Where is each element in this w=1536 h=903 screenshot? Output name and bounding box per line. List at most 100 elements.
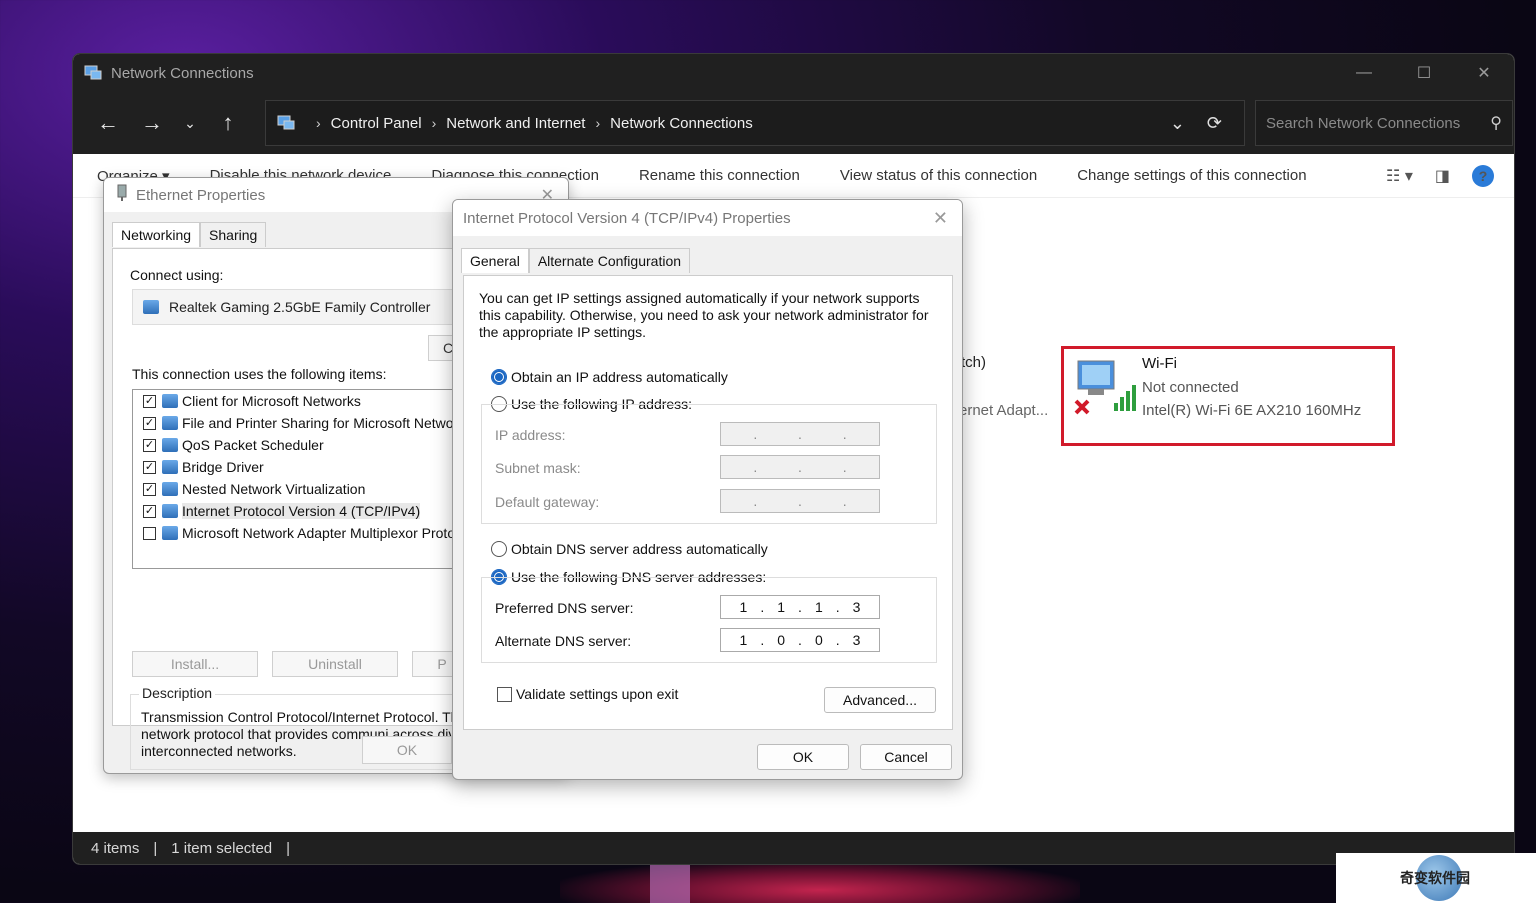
- tab-alternate-configuration[interactable]: Alternate Configuration: [528, 248, 691, 273]
- default-gateway-label: Default gateway:: [495, 494, 600, 510]
- window-title: Network Connections: [111, 64, 254, 82]
- preview-pane-icon[interactable]: ◨: [1435, 166, 1450, 186]
- change-settings-button[interactable]: Change settings of this connection: [1077, 167, 1306, 184]
- ipv4-dialog-close-button[interactable]: ✕: [933, 208, 948, 229]
- list-item-label: Nested Network Virtualization: [182, 481, 366, 497]
- network-protocol-icon: [162, 482, 178, 496]
- alternate-dns-label: Alternate DNS server:: [495, 633, 632, 649]
- help-icon[interactable]: ?: [1472, 164, 1494, 187]
- wifi-adapter-icon: [1074, 360, 1136, 415]
- refresh-icon[interactable]: ⟳: [1207, 113, 1222, 134]
- breadcrumb-control-panel[interactable]: Control Panel: [331, 115, 422, 132]
- ethernet-name-partial[interactable]: tch): [961, 354, 986, 371]
- list-item-label: Internet Protocol Version 4 (TCP/IPv4): [182, 503, 421, 519]
- breadcrumb-network-and-internet[interactable]: Network and Internet: [446, 115, 585, 132]
- checkbox[interactable]: ✓: [143, 460, 156, 474]
- selection-count: 1 item selected: [171, 839, 273, 857]
- address-row: ← → ⌄ ↑ › Control Panel › Network and In…: [73, 92, 1514, 154]
- title-bar: Network Connections — ☐ ✕: [73, 54, 1514, 92]
- tab-sharing[interactable]: Sharing: [200, 222, 267, 247]
- preferred-dns-input[interactable]: 1. 1. 1. 3: [720, 595, 880, 619]
- network-protocol-icon: [162, 526, 178, 540]
- network-service-icon: [162, 438, 178, 452]
- rename-connection-button[interactable]: Rename this connection: [639, 167, 800, 184]
- checkbox-label: Validate settings upon exit: [516, 686, 679, 702]
- close-button[interactable]: ✕: [1454, 54, 1514, 92]
- status-divider: |: [286, 839, 291, 857]
- ethernet-adapter-partial: ernet Adapt...: [959, 402, 1049, 419]
- network-service-icon: [162, 416, 178, 430]
- ipv4-dialog-title: Internet Protocol Version 4 (TCP/IPv4) P…: [463, 209, 791, 227]
- status-bar: 4 items | 1 item selected |: [73, 832, 1514, 864]
- breadcrumb-separator: ›: [316, 115, 321, 131]
- radio-label: Obtain an IP address automatically: [511, 369, 728, 385]
- ethernet-ok-button[interactable]: OK: [362, 736, 452, 764]
- network-protocol-icon: [162, 460, 178, 474]
- ethernet-icon: [116, 184, 128, 207]
- ipv4-ok-button[interactable]: OK: [757, 744, 849, 770]
- breadcrumb-separator: ›: [431, 115, 437, 131]
- watermark-text: 奇变软件园: [1400, 870, 1470, 886]
- network-adapter-icon: [143, 300, 159, 314]
- wifi-connection-item[interactable]: Wi-Fi Not connected Intel(R) Wi-Fi 6E AX…: [1061, 346, 1395, 446]
- checkbox[interactable]: ✓: [143, 438, 156, 452]
- watermark: 奇变软件园: [1336, 853, 1536, 903]
- address-bar[interactable]: › Control Panel › Network and Internet ›…: [265, 100, 1245, 146]
- install-button[interactable]: Install...: [132, 651, 258, 677]
- preferred-dns-label: Preferred DNS server:: [495, 600, 634, 616]
- search-icon[interactable]: ⚲: [1490, 113, 1502, 133]
- recent-locations-button[interactable]: ⌄: [177, 103, 203, 143]
- obtain-ip-auto-radio[interactable]: Obtain an IP address automatically: [491, 369, 728, 385]
- chevron-down-icon[interactable]: ⌄: [1170, 113, 1185, 134]
- network-protocol-icon: [162, 504, 178, 518]
- ipv4-properties-dialog: Internet Protocol Version 4 (TCP/IPv4) P…: [452, 199, 963, 780]
- advanced-button[interactable]: Advanced...: [824, 687, 936, 713]
- item-count: 4 items: [91, 839, 140, 857]
- items-label: This connection uses the following items…: [132, 366, 387, 382]
- ipv4-dialog-titlebar: Internet Protocol Version 4 (TCP/IPv4) P…: [453, 200, 962, 236]
- background-glow-accent: [650, 862, 690, 903]
- view-options-icon[interactable]: ☷ ▾: [1386, 166, 1413, 186]
- uninstall-button[interactable]: Uninstall: [272, 651, 398, 677]
- breadcrumb-separator: ›: [595, 115, 601, 131]
- list-item-label: QoS Packet Scheduler: [182, 437, 324, 453]
- ip-address-input[interactable]: ...: [720, 422, 880, 446]
- checkbox-box: [497, 686, 512, 702]
- background-glow: [560, 860, 1080, 903]
- control-panel-icon: [276, 114, 296, 132]
- checkbox[interactable]: ✓: [143, 416, 156, 430]
- network-connections-icon: [83, 64, 103, 82]
- checkbox[interactable]: [143, 526, 156, 540]
- adapter-name: Realtek Gaming 2.5GbE Family Controller: [169, 299, 431, 315]
- up-button[interactable]: ↑: [209, 103, 247, 143]
- connect-using-label: Connect using:: [130, 267, 224, 283]
- tab-networking[interactable]: Networking: [112, 222, 201, 247]
- status-divider: |: [153, 839, 158, 857]
- list-item-label: File and Printer Sharing for Microsoft N…: [182, 415, 459, 431]
- alternate-dns-input[interactable]: 1. 0. 0. 3: [720, 628, 880, 652]
- view-status-button[interactable]: View status of this connection: [840, 167, 1037, 184]
- subnet-mask-input[interactable]: ...: [720, 455, 880, 479]
- breadcrumb-network-connections[interactable]: Network Connections: [610, 115, 753, 132]
- obtain-dns-auto-radio[interactable]: Obtain DNS server address automatically: [491, 541, 768, 557]
- subnet-mask-label: Subnet mask:: [495, 460, 581, 476]
- maximize-button[interactable]: ☐: [1394, 54, 1454, 92]
- radio-unselected-icon: [491, 541, 507, 557]
- ip-address-label: IP address:: [495, 427, 566, 443]
- validate-settings-checkbox[interactable]: Validate settings upon exit: [497, 686, 678, 702]
- back-button[interactable]: ←: [89, 103, 127, 143]
- checkbox[interactable]: ✓: [143, 394, 156, 408]
- network-client-icon: [162, 394, 178, 408]
- minimize-button[interactable]: —: [1334, 54, 1394, 92]
- tab-general[interactable]: General: [461, 248, 529, 273]
- forward-button[interactable]: →: [133, 103, 171, 143]
- checkbox[interactable]: ✓: [143, 504, 156, 518]
- search-input[interactable]: Search Network Connections ⚲: [1255, 100, 1513, 146]
- ipv4-cancel-button[interactable]: Cancel: [860, 744, 952, 770]
- search-placeholder: Search Network Connections: [1266, 114, 1461, 132]
- checkbox[interactable]: ✓: [143, 482, 156, 496]
- default-gateway-input[interactable]: ...: [720, 489, 880, 513]
- general-panel: You can get IP settings assigned automat…: [463, 275, 953, 730]
- intro-text: You can get IP settings assigned automat…: [479, 290, 929, 340]
- description-label: Description: [139, 685, 216, 701]
